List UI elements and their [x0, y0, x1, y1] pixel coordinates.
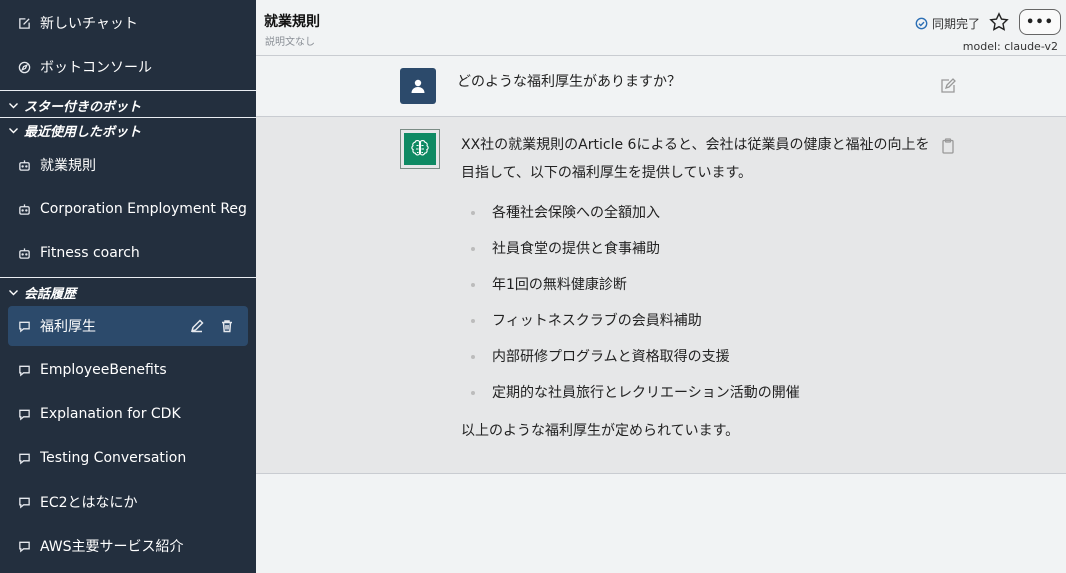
- chat-bubble-icon: [17, 363, 31, 377]
- list-item: 各種社会保険への全額加入: [461, 195, 931, 231]
- robot-icon: [17, 202, 31, 216]
- bot-message: XX社の就業規則のArticle 6によると、会社は従業員の健康と福祉の向上を目…: [256, 117, 1066, 474]
- user-avatar: [400, 68, 436, 104]
- new-chat-button[interactable]: 新しいチャット: [8, 3, 248, 43]
- new-chat-icon: [17, 16, 31, 30]
- conversation-label: Testing Conversation: [40, 450, 187, 466]
- benefits-list: 各種社会保険への全額加入 社員食堂の提供と食事補助 年1回の無料健康診断 フィッ…: [461, 195, 931, 411]
- conversation-label: 福利厚生: [40, 319, 96, 335]
- conversation-label: EC2とはなにか: [40, 495, 138, 511]
- list-item: 年1回の無料健康診断: [461, 267, 931, 303]
- conversation-item[interactable]: Testing Conversation: [8, 438, 248, 478]
- recent-bot-label: Corporation Employment Regulations: [40, 201, 248, 217]
- bot-console-button[interactable]: ボットコンソール: [8, 47, 248, 87]
- list-item: 社員食堂の提供と食事補助: [461, 231, 931, 267]
- sidebar: 新しいチャット ボットコンソール スター付きのボット 最近使用したボット 就業規…: [0, 0, 256, 573]
- conversation-item-active[interactable]: 福利厚生: [8, 306, 248, 346]
- starred-bots-section[interactable]: スター付きのボット: [0, 94, 256, 116]
- recent-bot-label: Fitness coarch: [40, 245, 140, 261]
- compass-icon: [17, 60, 31, 74]
- user-message: どのような福利厚生がありますか？: [256, 57, 1066, 117]
- new-chat-label: 新しいチャット: [40, 16, 138, 32]
- divider: [0, 117, 256, 118]
- recent-bot-label: 就業規則: [40, 158, 96, 174]
- user-message-text: どのような福利厚生がありますか？: [457, 74, 681, 90]
- trash-icon[interactable]: [220, 319, 234, 333]
- chat-bubble-icon: [17, 495, 31, 509]
- starred-bots-heading: スター付きのボット: [24, 99, 142, 115]
- recent-bots-heading: 最近使用したボット: [24, 124, 142, 140]
- list-item: フィットネスクラブの会員料補助: [461, 303, 931, 339]
- recent-bot-item[interactable]: Fitness coarch: [8, 233, 248, 273]
- bot-intro-text: XX社の就業規則のArticle 6によると、会社は従業員の健康と福祉の向上を目…: [461, 137, 930, 181]
- conversation-history-section[interactable]: 会話履歴: [0, 281, 256, 303]
- chat-bubble-icon: [17, 539, 31, 553]
- chevron-down-icon: [8, 100, 19, 111]
- star-icon[interactable]: [989, 12, 1009, 32]
- check-circle-icon: [915, 17, 928, 30]
- recent-bot-item[interactable]: 就業規則: [8, 145, 248, 185]
- chevron-down-icon: [8, 125, 19, 136]
- more-options-button[interactable]: •••: [1019, 9, 1061, 35]
- conversation-actions: [190, 319, 234, 333]
- chat-header: 就業規則 説明文なし 同期完了 ••• model: claude-v2: [256, 0, 1066, 56]
- conversation-item[interactable]: AWS主要サービス紹介: [8, 526, 248, 566]
- pencil-icon[interactable]: [190, 319, 204, 333]
- chat-bubble-icon: [17, 451, 31, 465]
- recent-bot-item[interactable]: Corporation Employment Regulations: [8, 189, 248, 229]
- edit-message-icon[interactable]: [939, 77, 957, 95]
- conversation-history-heading: 会話履歴: [24, 286, 77, 302]
- chat-bubble-icon: [17, 319, 31, 333]
- conversation-label: AWS主要サービス紹介: [40, 539, 184, 555]
- conversation-item[interactable]: EmployeeBenefits: [8, 350, 248, 390]
- sync-status: 同期完了: [915, 15, 980, 32]
- bot-outro-text: 以上のような福利厚生が定められています。: [461, 423, 740, 439]
- conversation-item[interactable]: Explanation for CDK: [8, 394, 248, 434]
- divider: [0, 277, 256, 278]
- conversation-item[interactable]: EC2とはなにか: [8, 482, 248, 522]
- list-item: 定期的な社員旅行とレクリエーション活動の開催: [461, 375, 931, 411]
- clipboard-icon[interactable]: [939, 137, 957, 155]
- bot-message-body: XX社の就業規則のArticle 6によると、会社は従業員の健康と福祉の向上を目…: [461, 131, 931, 445]
- chat-bubble-icon: [17, 407, 31, 421]
- bot-avatar: [400, 129, 440, 169]
- bot-console-label: ボットコンソール: [40, 60, 152, 76]
- recent-bots-section[interactable]: 最近使用したボット: [0, 119, 256, 141]
- conversation-label: Explanation for CDK: [40, 406, 181, 422]
- bot-description: 説明文なし: [265, 37, 315, 48]
- model-label: model: claude-v2: [962, 40, 1058, 53]
- person-icon: [411, 79, 425, 93]
- chevron-down-icon: [8, 287, 19, 298]
- conversation-label: EmployeeBenefits: [40, 362, 167, 378]
- robot-icon: [17, 246, 31, 260]
- list-item: 内部研修プログラムと資格取得の支援: [461, 339, 931, 375]
- brain-icon: [411, 140, 429, 156]
- robot-icon: [17, 158, 31, 172]
- bot-title: 就業規則: [264, 14, 320, 30]
- divider: [0, 90, 256, 91]
- sync-status-label: 同期完了: [931, 17, 980, 31]
